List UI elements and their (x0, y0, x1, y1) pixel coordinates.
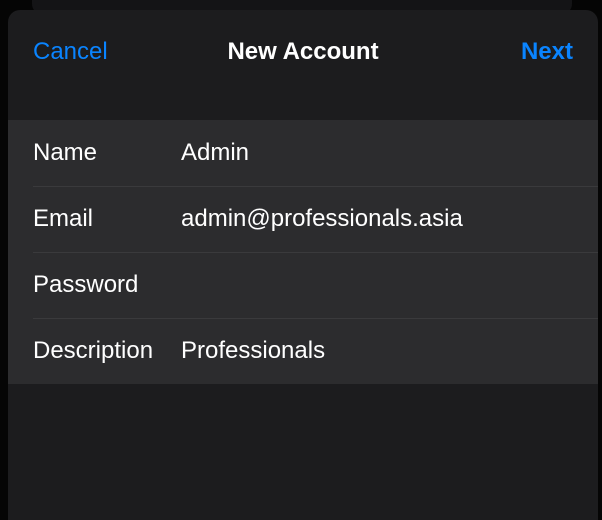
form-row-password[interactable]: Password (8, 252, 598, 318)
page-title: New Account (227, 38, 379, 65)
navigation-bar: Cancel New Account Next (8, 10, 598, 120)
next-button[interactable]: Next (521, 38, 573, 66)
form-row-description[interactable]: Description (8, 318, 598, 384)
email-label: Email (33, 205, 94, 232)
email-field[interactable] (181, 205, 588, 233)
name-field[interactable] (181, 139, 588, 167)
name-label: Name (33, 139, 98, 166)
account-form: Name Email Password Description (8, 120, 598, 384)
password-label: Password (33, 271, 139, 298)
new-account-sheet: Cancel New Account Next Name Email Passw… (8, 10, 598, 520)
form-row-name[interactable]: Name (8, 120, 598, 186)
form-row-email[interactable]: Email (8, 186, 598, 252)
password-field[interactable] (181, 271, 588, 299)
description-field[interactable] (181, 337, 588, 365)
description-label: Description (33, 337, 154, 364)
